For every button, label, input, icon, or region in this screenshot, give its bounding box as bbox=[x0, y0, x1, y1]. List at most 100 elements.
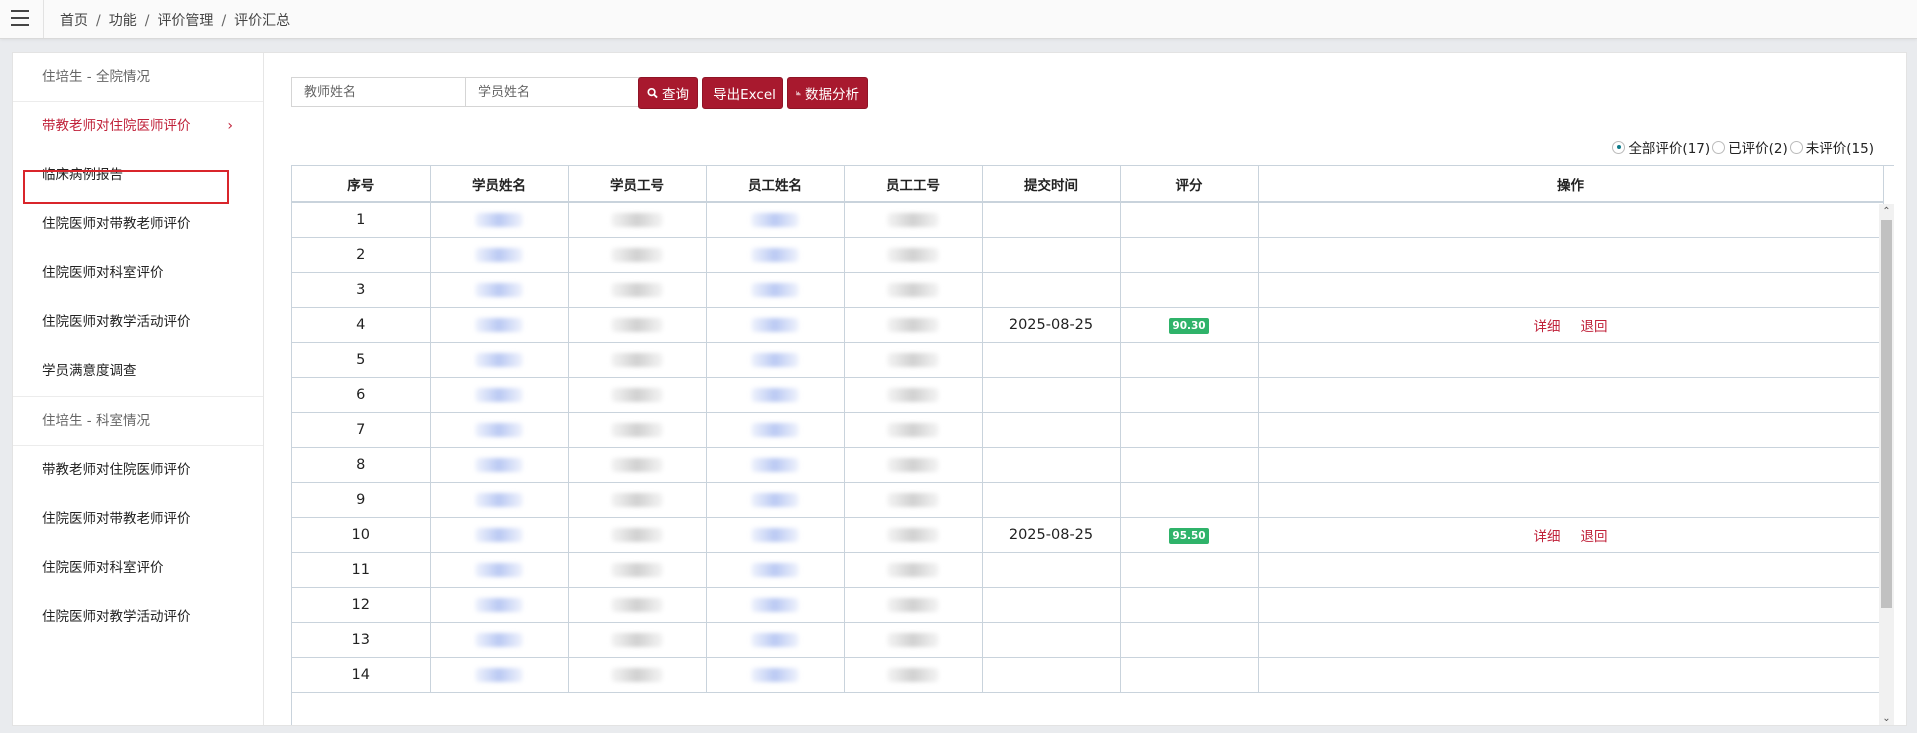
redacted-value[interactable] bbox=[475, 213, 523, 227]
return-link[interactable]: 退回 bbox=[1581, 319, 1608, 335]
header-staff-name[interactable]: 员工姓名 bbox=[706, 166, 845, 203]
cell-student-id bbox=[568, 202, 707, 238]
search-icon bbox=[647, 87, 658, 99]
redacted-value[interactable] bbox=[751, 213, 799, 227]
cell-no: 4 bbox=[292, 307, 431, 343]
cell-staff-name bbox=[706, 622, 845, 658]
header-student-name[interactable]: 学员姓名 bbox=[430, 166, 569, 203]
sidebar-item[interactable]: 带教老师对住院医师评价 bbox=[13, 446, 263, 495]
redacted-value[interactable] bbox=[751, 598, 799, 612]
detail-link[interactable]: 详细 bbox=[1534, 319, 1561, 335]
redacted-value[interactable] bbox=[751, 318, 799, 332]
sidebar-item[interactable]: 临床病例报告 bbox=[13, 151, 263, 200]
breadcrumb-evaluation-management[interactable]: 评价管理 bbox=[157, 13, 213, 29]
redacted-value[interactable] bbox=[475, 388, 523, 402]
scroll-down-icon[interactable]: ⌄ bbox=[1879, 711, 1894, 725]
redacted-value[interactable] bbox=[475, 493, 523, 507]
scroll-up-icon[interactable]: ⌃ bbox=[1879, 204, 1894, 219]
detail-link[interactable]: 详细 bbox=[1534, 529, 1561, 545]
redacted-value[interactable] bbox=[475, 353, 523, 367]
header-score[interactable]: 评分 bbox=[1120, 166, 1259, 203]
sidebar-group-department: 住培生 - 科室情况 bbox=[13, 396, 263, 446]
sidebar-item[interactable]: 住院医师对带教老师评价 bbox=[13, 495, 263, 544]
redacted-value[interactable] bbox=[751, 283, 799, 297]
sidebar-item[interactable]: 住院医师对教学活动评价 bbox=[13, 593, 263, 642]
header-staff-id[interactable]: 员工工号 bbox=[844, 166, 983, 203]
redacted-value bbox=[611, 563, 663, 577]
sidebar-item[interactable]: 住院医师对教学活动评价 bbox=[13, 298, 263, 347]
sidebar-item[interactable]: 学员满意度调查 bbox=[13, 347, 263, 396]
scrollbar-thumb[interactable] bbox=[1881, 220, 1892, 608]
cell-operation bbox=[1258, 622, 1884, 658]
sidebar-item[interactable]: 带教老师对住院医师评价 › bbox=[13, 102, 263, 151]
redacted-value[interactable] bbox=[751, 423, 799, 437]
redacted-value[interactable] bbox=[475, 248, 523, 262]
cell-staff-name bbox=[706, 552, 845, 588]
sidebar-group-hospital-items: 带教老师对住院医师评价 › 临床病例报告 住院医师对带教老师评价 住院医师对科室评价 住院… bbox=[13, 102, 263, 396]
breadcrumb-function[interactable]: 功能 bbox=[109, 13, 137, 29]
redacted-value[interactable] bbox=[475, 283, 523, 297]
redacted-value[interactable] bbox=[751, 633, 799, 647]
sidebar-group-hospital: 住培生 - 全院情况 bbox=[13, 53, 263, 102]
redacted-value[interactable] bbox=[751, 388, 799, 402]
table-row: 7 bbox=[292, 412, 1884, 448]
cell-score bbox=[1120, 482, 1259, 518]
data-analysis-button[interactable]: 数据分析 bbox=[787, 77, 868, 109]
cell-operation bbox=[1258, 272, 1884, 308]
filter-all[interactable]: 全部评价(17) bbox=[1612, 137, 1710, 157]
redacted-value bbox=[611, 493, 663, 507]
sidebar-item[interactable]: 住院医师对科室评价 bbox=[13, 544, 263, 593]
query-button[interactable]: 查询 bbox=[638, 77, 698, 109]
table-row: 9 bbox=[292, 482, 1884, 518]
cell-staff-id bbox=[844, 342, 983, 378]
filter-done[interactable]: 已评价(2) bbox=[1712, 137, 1788, 157]
redacted-value[interactable] bbox=[475, 423, 523, 437]
table-row: 5 bbox=[292, 342, 1884, 378]
cell-no: 1 bbox=[292, 202, 431, 238]
student-name-input[interactable] bbox=[465, 77, 665, 107]
cell-staff-id bbox=[844, 622, 983, 658]
cell-no: 10 bbox=[292, 517, 431, 553]
redacted-value[interactable] bbox=[751, 493, 799, 507]
redacted-value[interactable] bbox=[751, 563, 799, 577]
cell-student-name bbox=[430, 412, 569, 448]
cell-staff-id bbox=[844, 237, 983, 273]
cell-student-name bbox=[430, 272, 569, 308]
return-link[interactable]: 退回 bbox=[1581, 529, 1608, 545]
cell-student-name bbox=[430, 307, 569, 343]
sidebar-item[interactable]: 住院医师对带教老师评价 bbox=[13, 200, 263, 249]
cell-submit-time bbox=[982, 202, 1121, 238]
redacted-value[interactable] bbox=[475, 528, 523, 542]
redacted-value[interactable] bbox=[751, 668, 799, 682]
redacted-value bbox=[611, 598, 663, 612]
redacted-value bbox=[887, 423, 939, 437]
cell-operation bbox=[1258, 342, 1884, 378]
redacted-value[interactable] bbox=[751, 528, 799, 542]
cell-submit-time bbox=[982, 272, 1121, 308]
redacted-value[interactable] bbox=[751, 353, 799, 367]
cell-student-id bbox=[568, 342, 707, 378]
cell-student-id bbox=[568, 552, 707, 588]
redacted-value[interactable] bbox=[475, 668, 523, 682]
filter-pending[interactable]: 未评价(15) bbox=[1789, 137, 1874, 157]
header-no[interactable]: 序号 bbox=[292, 166, 431, 203]
redacted-value bbox=[887, 388, 939, 402]
teacher-name-input[interactable] bbox=[291, 77, 491, 107]
redacted-value[interactable] bbox=[475, 563, 523, 577]
redacted-value[interactable] bbox=[475, 633, 523, 647]
cell-staff-id bbox=[844, 307, 983, 343]
sidebar-item[interactable]: 住院医师对科室评价 bbox=[13, 249, 263, 298]
cell-submit-time bbox=[982, 342, 1121, 378]
header-student-id[interactable]: 学员工号 bbox=[568, 166, 707, 203]
cell-operation bbox=[1258, 237, 1884, 273]
redacted-value[interactable] bbox=[475, 598, 523, 612]
header-submit-time[interactable]: 提交时间 bbox=[982, 166, 1121, 203]
redacted-value[interactable] bbox=[751, 458, 799, 472]
export-excel-button[interactable]: 导出Excel bbox=[702, 77, 783, 109]
redacted-value[interactable] bbox=[475, 318, 523, 332]
redacted-value[interactable] bbox=[475, 458, 523, 472]
hamburger-menu-icon[interactable] bbox=[11, 10, 29, 26]
redacted-value[interactable] bbox=[751, 248, 799, 262]
breadcrumb-home[interactable]: 首页 bbox=[60, 13, 88, 29]
table-vertical-scrollbar[interactable]: ⌃ ⌄ bbox=[1879, 204, 1894, 725]
